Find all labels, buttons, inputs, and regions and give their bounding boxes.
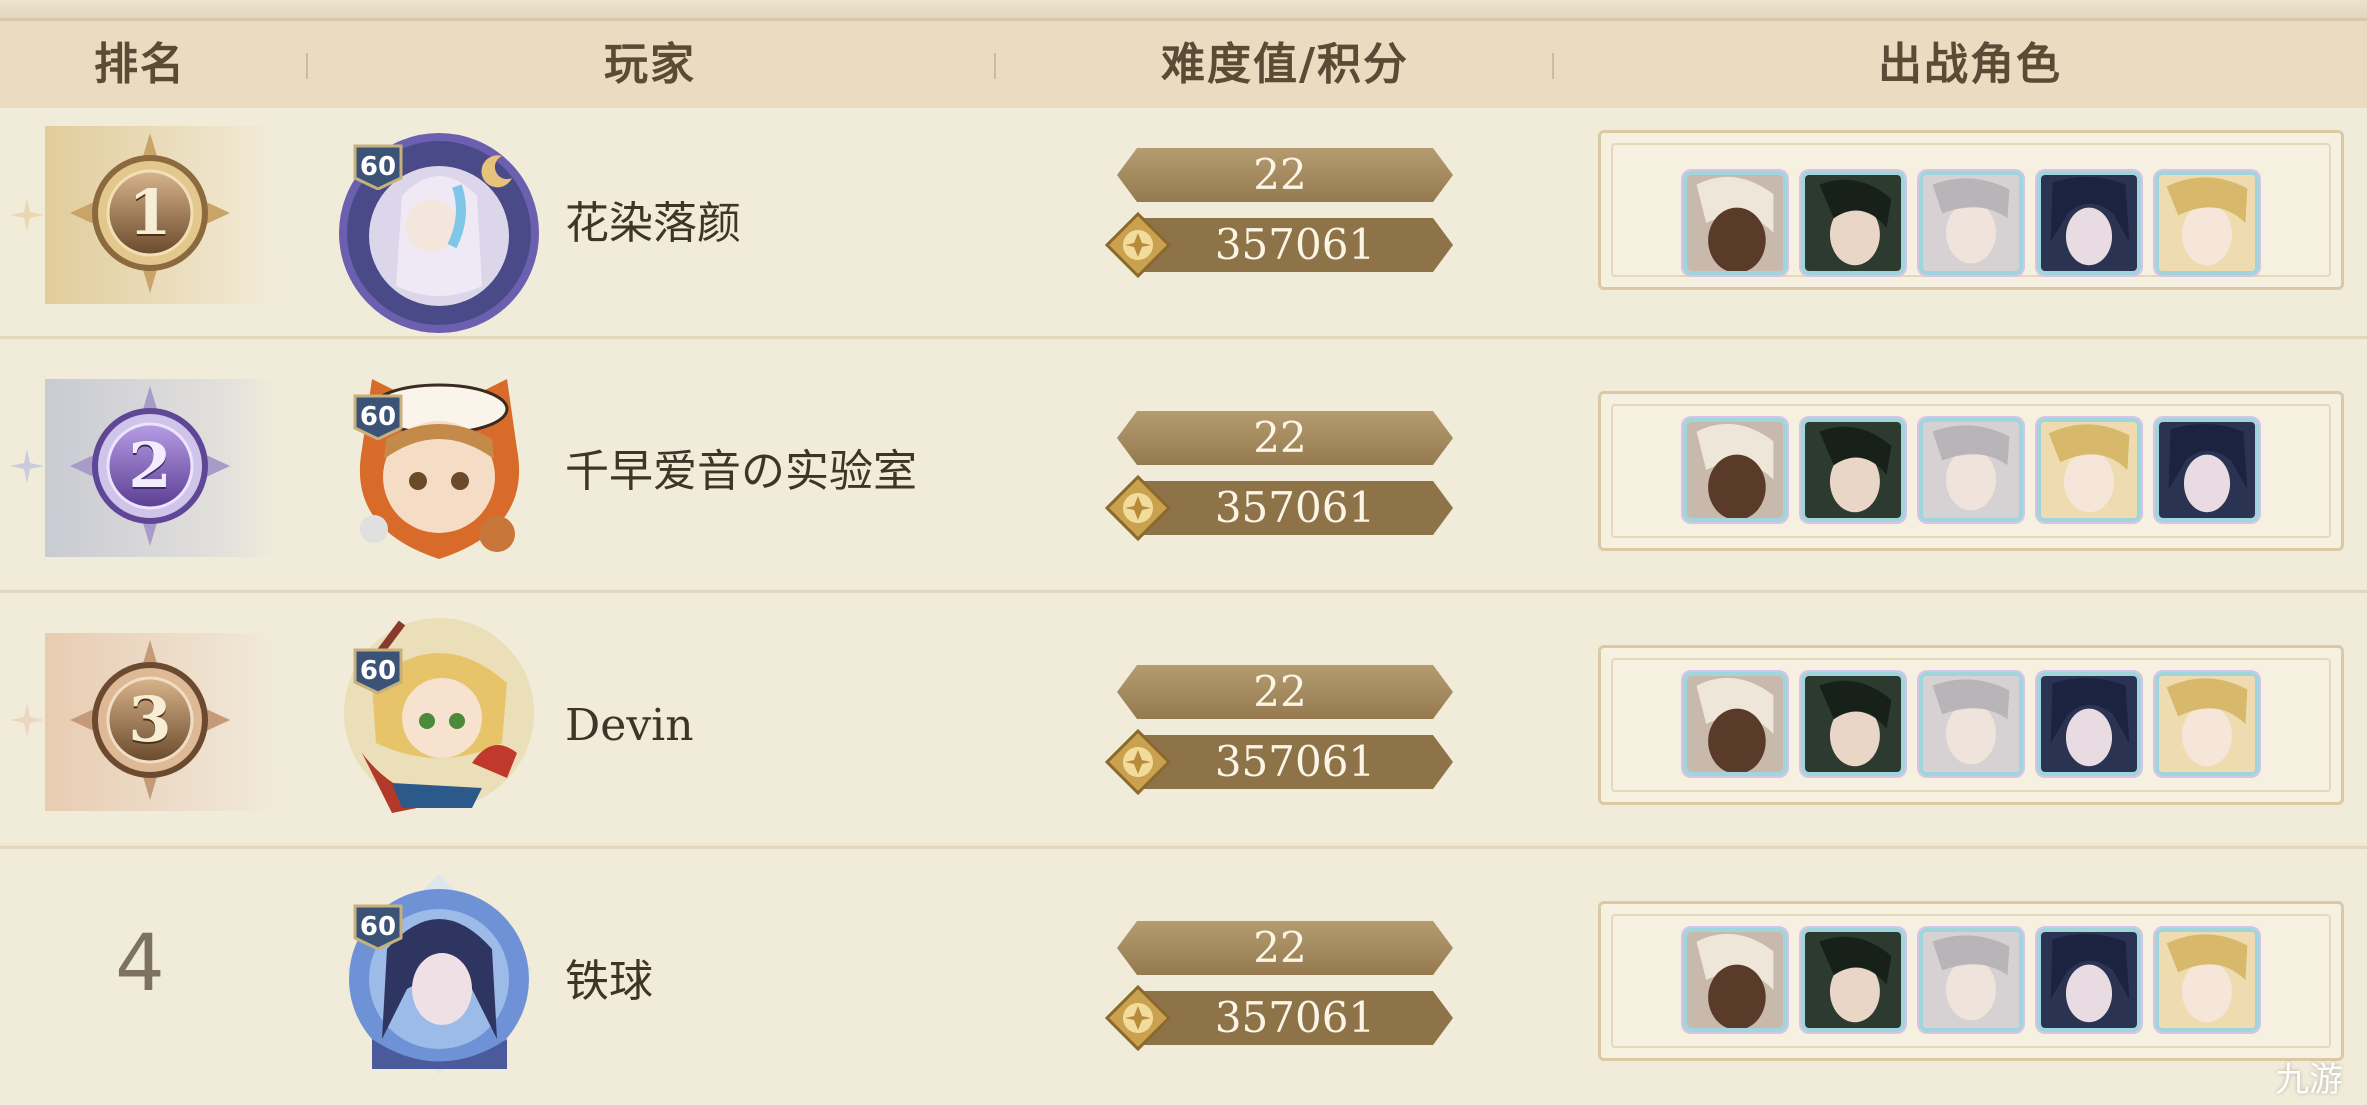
team-panel [1598,645,2344,805]
dark-skinned-hero-icon[interactable] [1683,928,1787,1032]
player-avatar[interactable] [332,359,547,574]
difficulty-score-header: 难度值/积分 [1160,39,1410,90]
player-name[interactable]: Devin [565,696,694,756]
team-header: 出战角色 [1878,39,2062,90]
silver-haired-hero-icon[interactable] [1919,928,2023,1032]
black-haired-hero-icon[interactable] [1801,672,1905,776]
player-avatar[interactable] [332,869,547,1084]
score-coin-icon [1105,729,1171,795]
sparkle-icon [10,198,44,232]
score-coin-icon [1105,212,1171,278]
level-text: 60 [359,402,397,432]
black-haired-hero-icon[interactable] [1801,928,1905,1032]
difficulty-value: 22 [1253,923,1307,972]
difficulty-value: 22 [1253,667,1307,716]
header-divider [994,53,996,79]
difficulty-score: 22 357061 [1105,665,1465,805]
table-row[interactable]: 1 60 花染落颜 22 357061 [0,108,2367,358]
table-row[interactable]: 3 60 Devin 22 357061 [0,593,2367,843]
black-haired-hero-icon[interactable] [1801,418,1905,522]
player-header: 玩家 [604,39,696,90]
blond-hero-icon[interactable] [2155,171,2259,275]
table-header: 排名 玩家 难度值/积分 出战角色 [0,21,2367,108]
rank-number: 4 [115,919,165,1009]
navy-haired-hero-icon[interactable] [2037,171,2141,275]
silver-haired-hero-icon[interactable] [1919,672,2023,776]
player-name[interactable]: 千早爱音の实验室 [565,442,917,502]
watermark: 九游 [2275,1060,2343,1100]
silver-haired-hero-icon[interactable] [1919,171,2023,275]
player-avatar[interactable] [332,603,547,818]
header-divider [1552,53,1554,79]
sparkle-icon [10,703,44,737]
sparkle-icon [10,449,44,483]
score-value: 357061 [1214,220,1376,269]
level-text: 60 [359,656,397,686]
header-divider [306,53,308,79]
black-haired-hero-icon[interactable] [1801,171,1905,275]
top-strip [0,0,2367,21]
difficulty-value: 22 [1253,150,1307,199]
dark-skinned-hero-icon[interactable] [1683,171,1787,275]
score-value: 357061 [1214,483,1376,532]
team-panel [1598,130,2344,290]
rank-number: 1 [128,176,172,249]
rank-number: 2 [128,429,172,502]
difficulty-score: 22 357061 [1105,148,1465,288]
blond-hero-icon[interactable] [2155,928,2259,1032]
score-coin-icon [1105,985,1171,1051]
score-value: 357061 [1214,737,1376,786]
blond-hero-icon[interactable] [2155,672,2259,776]
navy-haired-hero-icon[interactable] [2037,928,2141,1032]
dark-skinned-hero-icon[interactable] [1683,418,1787,522]
score-coin-icon [1105,475,1171,541]
team-panel [1598,901,2344,1061]
level-text: 60 [359,912,397,942]
difficulty-value: 22 [1253,413,1307,462]
player-name[interactable]: 花染落颜 [565,194,741,254]
rank-number: 3 [128,683,172,756]
difficulty-score: 22 357061 [1105,411,1465,551]
score-value: 357061 [1214,993,1376,1042]
team-panel [1598,391,2344,551]
dark-skinned-hero-icon[interactable] [1683,672,1787,776]
rank-header: 排名 [94,39,186,90]
difficulty-score: 22 357061 [1105,921,1465,1061]
silver-haired-hero-icon[interactable] [1919,418,2023,522]
navy-haired-hero-icon[interactable] [2155,418,2259,522]
level-text: 60 [359,152,397,182]
table-row[interactable]: 2 60 千早爱音の实验室 22 357061 [0,339,2367,589]
navy-haired-hero-icon[interactable] [2037,672,2141,776]
table-row[interactable]: 4 60 铁球 22 357061 [0,849,2367,1105]
player-name[interactable]: 铁球 [565,952,653,1012]
blond-hero-icon[interactable] [2037,418,2141,522]
